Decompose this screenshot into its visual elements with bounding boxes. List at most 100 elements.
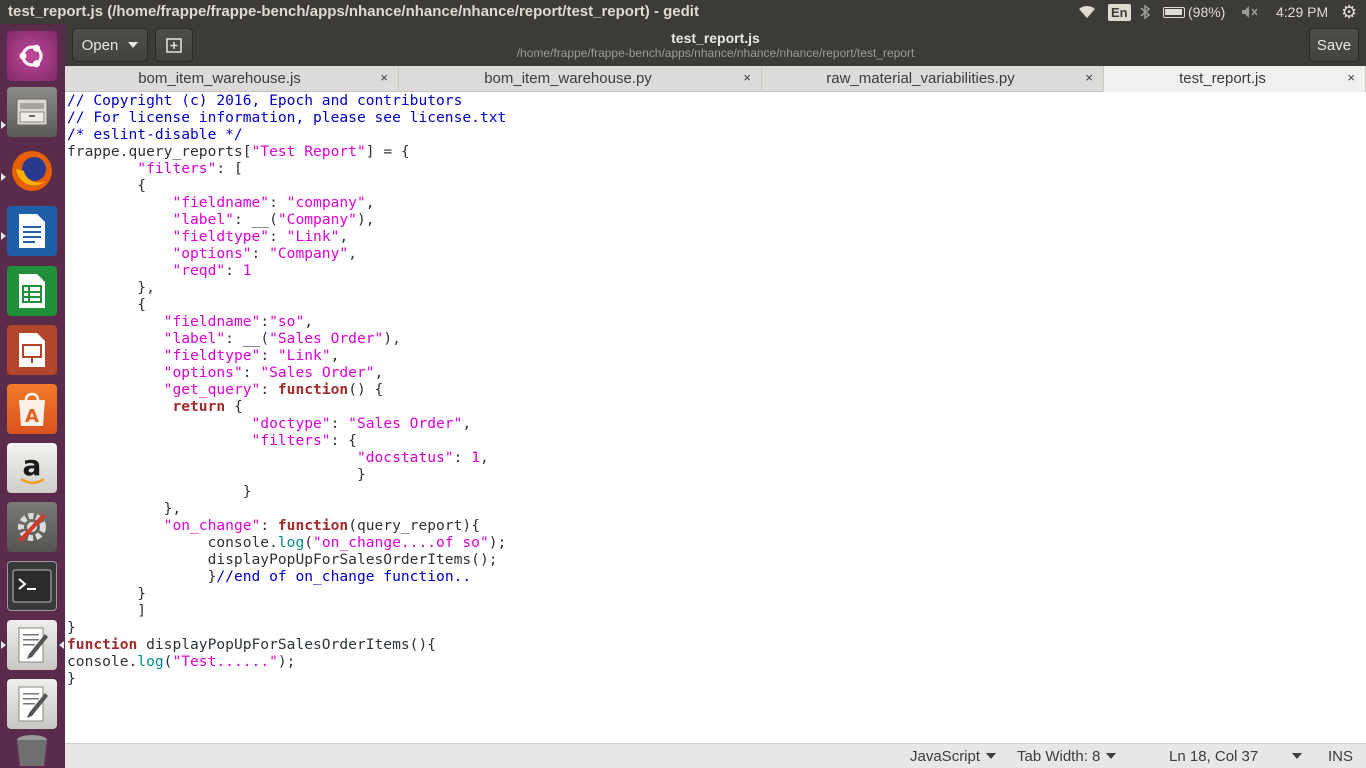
code-line: "label": __("Company"), bbox=[67, 211, 506, 228]
code-token: /* eslint-disable */ bbox=[67, 126, 243, 143]
code-token: ); bbox=[488, 534, 507, 551]
keyboard-layout-indicator[interactable]: En bbox=[1108, 0, 1131, 24]
firefox-icon[interactable] bbox=[7, 146, 57, 196]
code-token: , bbox=[365, 194, 375, 211]
code-token: "filters" bbox=[137, 160, 217, 177]
code-line: "docstatus": 1, bbox=[67, 449, 506, 466]
code-token: ); bbox=[277, 653, 296, 670]
code-token: "on_change" bbox=[163, 517, 261, 534]
system-settings-icon[interactable] bbox=[7, 502, 57, 552]
code-token: "on_change....of so" bbox=[313, 534, 489, 551]
close-icon[interactable]: × bbox=[1085, 70, 1093, 85]
files-icon[interactable] bbox=[7, 87, 57, 137]
code-text[interactable]: // Copyright (c) 2016, Epoch and contrib… bbox=[67, 92, 506, 687]
code-token: } bbox=[67, 466, 366, 483]
code-line: { bbox=[67, 296, 506, 313]
trash-icon[interactable] bbox=[7, 730, 57, 768]
battery-indicator[interactable]: (98%) bbox=[1163, 0, 1225, 24]
code-token: { bbox=[67, 177, 147, 194]
code-token: ), bbox=[356, 211, 375, 228]
language-selector[interactable]: JavaScript bbox=[910, 748, 997, 765]
code-line: // Copyright (c) 2016, Epoch and contrib… bbox=[67, 92, 506, 109]
code-token: }, bbox=[67, 500, 182, 517]
running-indicator bbox=[1, 232, 6, 240]
code-token: "company" bbox=[286, 194, 366, 211]
code-line: }//end of on_change function.. bbox=[67, 568, 506, 585]
tab-bom-item-warehouse-js[interactable]: bom_item_warehouse.js × bbox=[65, 66, 399, 92]
code-line: "doctype": "Sales Order", bbox=[67, 415, 506, 432]
code-editor[interactable]: // Copyright (c) 2016, Epoch and contrib… bbox=[65, 92, 1366, 743]
bluetooth-icon[interactable] bbox=[1139, 0, 1151, 24]
system-gear-icon[interactable]: ⚙ bbox=[1341, 0, 1357, 24]
tab-test-report-js[interactable]: test_report.js × bbox=[1104, 66, 1366, 92]
code-token: , bbox=[462, 415, 472, 432]
code-token: "Company" bbox=[277, 211, 357, 228]
code-token: : bbox=[260, 313, 270, 330]
amazon-icon[interactable]: a bbox=[7, 443, 57, 493]
text-editor-2-icon[interactable] bbox=[7, 679, 57, 729]
cursor-position-selector[interactable]: Ln 18, Col 37 bbox=[1169, 748, 1303, 765]
text-editor-icon[interactable] bbox=[7, 620, 57, 670]
code-token: "options" bbox=[172, 245, 252, 262]
code-token: (query_report){ bbox=[348, 517, 480, 534]
code-line: }, bbox=[67, 500, 506, 517]
code-token: ), bbox=[383, 330, 401, 347]
code-token: , bbox=[339, 228, 349, 245]
code-line: "fieldtype": "Link", bbox=[67, 228, 506, 245]
libreoffice-impress-icon[interactable] bbox=[7, 325, 57, 375]
code-token: : __( bbox=[233, 211, 278, 228]
code-token: log bbox=[277, 534, 305, 551]
code-token: // For license information, please see l… bbox=[67, 109, 507, 126]
code-token: } bbox=[67, 483, 252, 500]
code-token: { bbox=[225, 398, 243, 415]
code-token: "doctype" bbox=[251, 415, 331, 432]
code-line: "reqd": 1 bbox=[67, 262, 506, 279]
ubuntu-dash-icon[interactable] bbox=[7, 31, 57, 81]
close-icon[interactable]: × bbox=[743, 70, 751, 85]
close-icon[interactable]: × bbox=[1347, 70, 1355, 85]
running-indicator bbox=[1, 121, 6, 129]
code-token: : bbox=[269, 228, 287, 245]
terminal-icon[interactable] bbox=[7, 561, 57, 611]
code-token: : bbox=[330, 415, 349, 432]
code-line: "filters": { bbox=[67, 432, 506, 449]
code-token: "fieldname" bbox=[172, 194, 270, 211]
ubuntu-software-icon[interactable]: A bbox=[7, 384, 57, 434]
code-token: "label" bbox=[163, 330, 226, 347]
libreoffice-calc-icon[interactable] bbox=[7, 266, 57, 316]
clock[interactable]: 4:29 PM bbox=[1276, 0, 1328, 24]
code-line: console.log("on_change....of so"); bbox=[67, 534, 507, 551]
code-token: 1 bbox=[242, 262, 252, 279]
code-line: "options": "Company", bbox=[67, 245, 506, 262]
code-token: , bbox=[348, 245, 357, 262]
code-token: } bbox=[67, 619, 76, 636]
tab-bom-item-warehouse-py[interactable]: bom_item_warehouse.py × bbox=[399, 66, 762, 92]
document-title: test_report.js bbox=[671, 30, 760, 46]
tab-raw-material-variabilities-py[interactable]: raw_material_variabilities.py × bbox=[762, 66, 1104, 92]
code-token: "Test Report" bbox=[251, 143, 366, 160]
window-title: test_report.js (/home/frappe/frappe-benc… bbox=[8, 3, 699, 20]
tab-bar: bom_item_warehouse.js × bom_item_warehou… bbox=[65, 66, 1366, 92]
chevron-down-icon bbox=[1106, 753, 1117, 759]
code-line: } bbox=[67, 483, 506, 500]
wifi-icon[interactable] bbox=[1077, 0, 1097, 24]
code-token: ] bbox=[67, 602, 147, 619]
code-token: { bbox=[67, 296, 147, 313]
code-line: } bbox=[67, 619, 506, 636]
code-line: displayPopUpForSalesOrderItems(); bbox=[67, 551, 506, 568]
close-icon[interactable]: × bbox=[380, 70, 388, 85]
svg-text:A: A bbox=[25, 406, 39, 427]
code-token: : [ bbox=[216, 160, 243, 177]
tab-width-selector[interactable]: Tab Width: 8 bbox=[1017, 748, 1117, 765]
code-token: "docstatus" bbox=[356, 449, 454, 466]
code-token: return bbox=[172, 398, 226, 415]
save-button[interactable]: Save bbox=[1309, 28, 1359, 62]
volume-muted-icon[interactable] bbox=[1240, 0, 1260, 24]
libreoffice-writer-icon[interactable] bbox=[7, 206, 57, 256]
